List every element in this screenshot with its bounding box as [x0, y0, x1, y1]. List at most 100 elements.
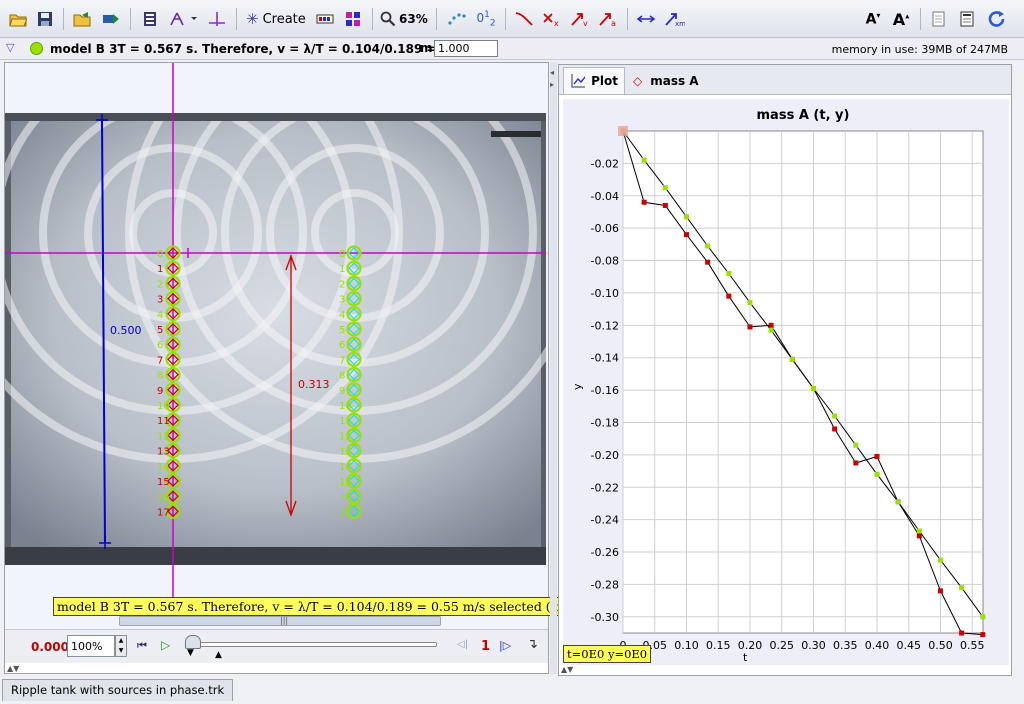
coordinate-axes-icon[interactable] — [168, 7, 200, 31]
frame-number[interactable]: 1 — [481, 639, 490, 654]
refresh-icon[interactable] — [984, 7, 1010, 31]
y-tick-label: -0.04 — [591, 190, 619, 203]
plot-readout: t=0E0 y=0E0 — [563, 645, 652, 663]
save-icon[interactable] — [35, 7, 55, 31]
series-green-point — [683, 214, 689, 220]
acceleration-vector-icon[interactable]: a — [596, 7, 620, 31]
track-right-label: 12 — [339, 431, 352, 442]
font-larger-icon[interactable]: A▴ — [890, 7, 912, 31]
series-green-point — [768, 327, 774, 333]
track-control-icon[interactable] — [314, 7, 336, 31]
center-of-mass-icon[interactable]: xm — [662, 7, 686, 31]
calibration-icon[interactable] — [206, 7, 228, 31]
right-panel-collapse-icon[interactable]: ▲▼ — [561, 665, 573, 674]
series-red-point — [768, 322, 774, 328]
frame-slider[interactable] — [191, 642, 437, 647]
clip-settings-icon[interactable] — [140, 7, 160, 31]
series-green-point — [789, 356, 795, 362]
loop-icon[interactable]: ↴ — [527, 637, 538, 652]
mass-field[interactable]: 1.000 — [434, 40, 498, 57]
track-right-diamond — [348, 353, 360, 366]
position-vector-icon[interactable]: x — [540, 7, 564, 31]
track-right-label: 2 — [339, 279, 345, 290]
plot-tabs: Plot ◇ mass A — [559, 65, 1011, 95]
track-left-label: 17 — [157, 507, 170, 518]
y-tick-label: -0.10 — [591, 287, 619, 300]
series-green-point — [810, 385, 816, 391]
open-file-icon[interactable] — [8, 7, 28, 31]
series-red-point — [705, 259, 711, 265]
scrollbar-grip[interactable]: ||| — [280, 616, 288, 626]
series-green-point — [874, 471, 880, 477]
track-right-diamond — [348, 277, 360, 290]
track-right-label: 8 — [339, 371, 345, 382]
series-red-point — [747, 324, 753, 330]
track-left-label: 0 — [157, 249, 163, 260]
open-video-icon[interactable] — [72, 7, 92, 31]
zoom-field[interactable]: 100% — [67, 635, 115, 657]
series-green-point — [747, 300, 753, 306]
series-red-point — [641, 199, 647, 205]
step-back-icon[interactable]: ◁| — [457, 639, 468, 650]
plot-tab[interactable]: Plot — [563, 67, 625, 94]
x-tick-label: 0.40 — [865, 639, 890, 652]
step-forward-icon[interactable]: |▷ — [499, 639, 511, 652]
series-green-point — [832, 413, 838, 419]
labels-icon[interactable]: 012 — [472, 7, 500, 31]
velocity-vector-icon[interactable]: v — [568, 7, 592, 31]
y-tick-label: -0.16 — [591, 384, 619, 397]
chart-title: mass A (t, y) — [757, 108, 850, 123]
play-icon[interactable]: ▷ — [161, 638, 170, 652]
start-marker-icon[interactable]: ▼ — [187, 648, 194, 658]
zoom-button[interactable]: 63% — [380, 7, 430, 31]
calibration-tape[interactable] — [96, 114, 111, 549]
plot-area[interactable]: mass A (t, y)00.050.100.150.200.250.300.… — [563, 99, 1009, 665]
slider-thumb[interactable] — [185, 635, 201, 649]
zoom-spinner[interactable]: ▲ ▼ — [115, 635, 127, 657]
x-tick-label: 0.35 — [833, 639, 858, 652]
track-right-diamond — [348, 307, 360, 320]
series-green-point — [705, 243, 711, 249]
svg-text:v: v — [583, 19, 588, 27]
end-marker-icon[interactable]: ▲ — [215, 650, 222, 660]
position-path-icon[interactable] — [512, 7, 536, 31]
track-right-label: 6 — [339, 340, 345, 351]
track-right-label: 0 — [339, 249, 345, 260]
trails-icon[interactable] — [444, 7, 468, 31]
measuring-tape-red[interactable] — [285, 254, 297, 517]
series-green-point — [853, 442, 859, 448]
series-green-point — [641, 157, 647, 163]
chart-svg[interactable]: mass A (t, y)00.050.100.150.200.250.300.… — [563, 99, 1009, 665]
x-tick-label: 0.30 — [801, 639, 826, 652]
split-divider[interactable]: ◂ ▸ — [550, 62, 557, 674]
mass-label: m — [420, 41, 433, 55]
svg-text:x: x — [554, 19, 559, 27]
create-track-button[interactable]: ✳ Create — [246, 7, 308, 31]
notes-icon[interactable] — [928, 7, 950, 31]
filters-icon[interactable] — [342, 7, 364, 31]
dropdown-triangle-icon[interactable]: ▽ — [6, 41, 14, 54]
track-right-label: 9 — [339, 386, 345, 397]
properties-icon[interactable] — [956, 7, 978, 31]
file-tab[interactable]: Ripple tank with sources in phase.trk — [2, 679, 234, 701]
mass-track-selector[interactable]: ◇ mass A — [627, 67, 767, 94]
vector-sum-icon[interactable] — [634, 7, 658, 31]
track-left-label: 8 — [157, 371, 163, 382]
time-readout[interactable]: 0.000 — [31, 640, 69, 654]
series-green-point — [937, 557, 943, 563]
track-right-label: 3 — [339, 295, 345, 306]
track-left-label: 14 — [157, 462, 170, 473]
selected-point-marker — [618, 126, 628, 136]
track-left-label: 15 — [157, 477, 170, 488]
track-left-label: 9 — [157, 386, 163, 397]
memory-status[interactable]: memory in use: 39MB of 247MB — [832, 43, 1008, 56]
track-left-label: 2 — [157, 279, 163, 290]
left-panel-collapse-icon[interactable]: ▲▼ — [7, 664, 19, 673]
plot-tab-label: Plot — [591, 74, 618, 88]
svg-text:xm: xm — [675, 20, 685, 27]
font-smaller-icon[interactable]: A▾ — [862, 7, 884, 31]
export-icon[interactable] — [100, 7, 122, 31]
go-to-start-icon[interactable]: ⏮ — [137, 639, 147, 653]
x-tick-label: 0.55 — [960, 639, 985, 652]
series-red-point — [980, 632, 986, 638]
